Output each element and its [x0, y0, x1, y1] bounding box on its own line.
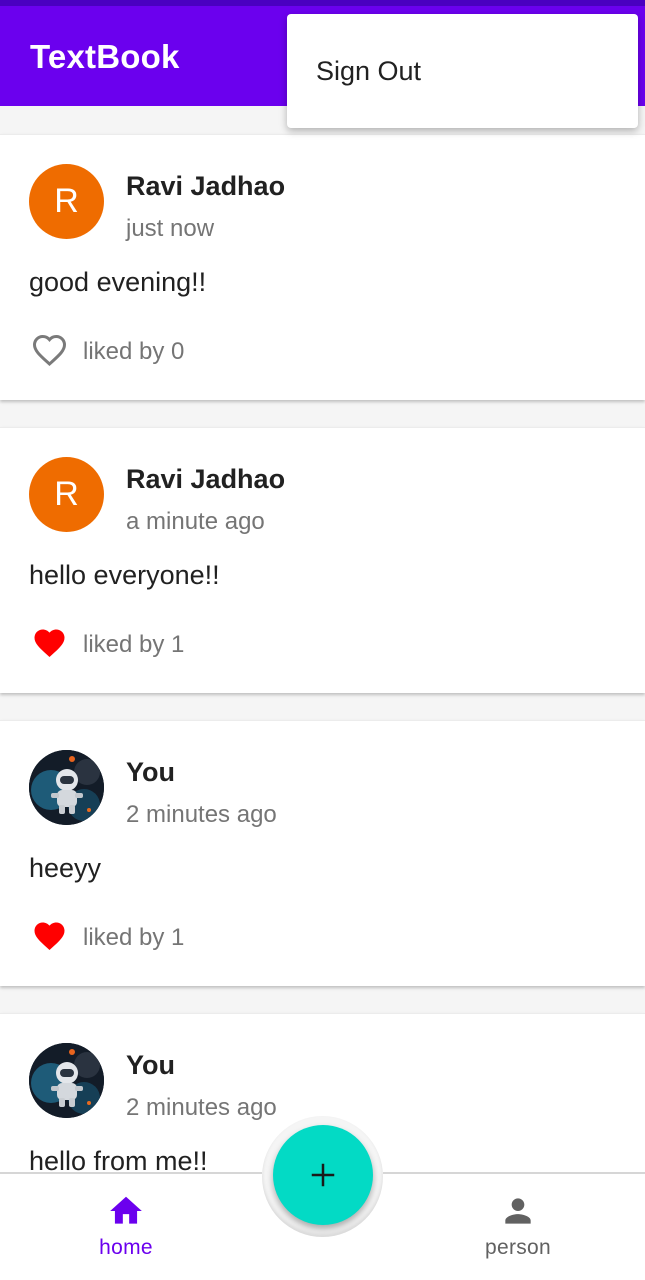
- heart-filled-icon[interactable]: [30, 625, 69, 661]
- app-title: TextBook: [30, 38, 180, 75]
- overflow-menu: Sign Out: [287, 14, 638, 128]
- post-card: R Ravi Jadhao just now good evening!! li…: [0, 134, 645, 400]
- post-author: Ravi Jadhao: [126, 464, 286, 494]
- post-timestamp: 2 minutes ago: [126, 1094, 277, 1121]
- author-avatar-photo[interactable]: [29, 1043, 104, 1118]
- add-post-button[interactable]: [273, 1125, 373, 1225]
- astronaut-photo: [29, 1043, 104, 1118]
- post-feed[interactable]: R Ravi Jadhao just now good evening!! li…: [0, 106, 645, 1172]
- post-text: good evening!!: [29, 267, 207, 297]
- post-card: You 2 minutes ago heeyy liked by 1: [0, 720, 645, 986]
- post-author: You: [126, 1050, 175, 1080]
- post-text: hello everyone!!: [29, 560, 220, 590]
- like-count: liked by 1: [83, 924, 185, 951]
- sign-out-menu-item[interactable]: Sign Out: [287, 14, 638, 128]
- post-author: Ravi Jadhao: [126, 171, 286, 201]
- heart-outline-icon[interactable]: [30, 332, 69, 368]
- nav-label-home: home: [99, 1236, 153, 1259]
- astronaut-photo: [29, 750, 104, 825]
- like-count: liked by 0: [83, 338, 185, 365]
- nav-item-home[interactable]: home: [46, 1172, 206, 1280]
- nav-label-person: person: [484, 1236, 551, 1259]
- post-text: hello from me!!: [29, 1146, 208, 1172]
- post-timestamp: 2 minutes ago: [126, 801, 277, 828]
- author-avatar-photo[interactable]: [29, 750, 104, 825]
- post-author: You: [126, 757, 175, 787]
- post-timestamp: just now: [126, 215, 215, 242]
- author-avatar[interactable]: R: [29, 457, 104, 532]
- post-text: heeyy: [29, 853, 102, 883]
- like-count: liked by 1: [83, 631, 185, 658]
- author-avatar[interactable]: R: [29, 164, 104, 239]
- post-card: R Ravi Jadhao a minute ago hello everyon…: [0, 427, 645, 693]
- heart-filled-icon[interactable]: [30, 918, 69, 954]
- person-icon: [499, 1192, 537, 1230]
- nav-item-person[interactable]: person: [438, 1172, 598, 1280]
- post-timestamp: a minute ago: [126, 508, 265, 535]
- plus-icon: [311, 1163, 335, 1187]
- home-icon: [107, 1192, 145, 1230]
